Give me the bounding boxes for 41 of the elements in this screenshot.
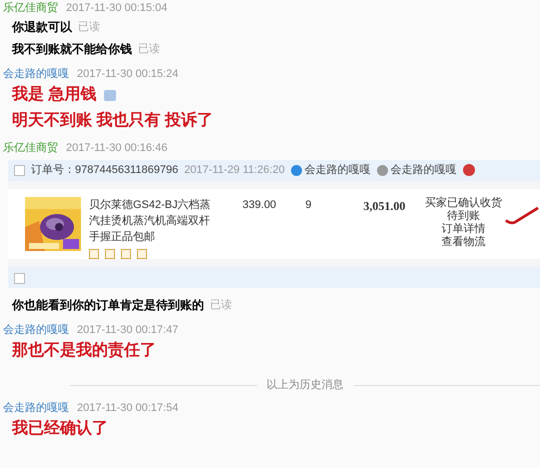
message-time: 2017-11-30 00:16:46 bbox=[66, 140, 168, 156]
read-status: 已读 bbox=[210, 298, 232, 313]
checkbox[interactable] bbox=[14, 164, 25, 176]
quantity: 9 bbox=[305, 198, 313, 213]
service-icon bbox=[89, 248, 99, 259]
message-time: 2017-11-30 00:17:47 bbox=[77, 322, 178, 338]
avatar-icon bbox=[376, 164, 388, 176]
message-text: 我不到账就不能给你钱 bbox=[12, 41, 132, 58]
message-text: 那也不是我的责任了 bbox=[12, 340, 156, 361]
message-text: 我已经确认了 bbox=[12, 418, 108, 439]
order-date: 2017-11-29 11:26:20 bbox=[184, 163, 285, 178]
order-total: 3,051.00 bbox=[363, 198, 406, 215]
service-icon bbox=[137, 248, 147, 259]
buyer-name[interactable]: 会走路的嘎嘎 bbox=[390, 162, 457, 179]
sender-name[interactable]: 会走路的嘎嘎 bbox=[3, 66, 69, 82]
message-time: 2017-11-30 00:17:54 bbox=[77, 400, 178, 416]
check-mark-drawing bbox=[504, 204, 540, 227]
order-link[interactable]: 待到账 bbox=[447, 210, 480, 223]
message-text: 明天不到账 我也只有 投诉了 bbox=[12, 110, 213, 131]
badge-icon bbox=[462, 164, 475, 176]
order-status: 买家已确认收货 bbox=[425, 196, 502, 210]
avatar-icon bbox=[290, 164, 302, 176]
message-text: 我是 急用钱 bbox=[12, 84, 96, 105]
service-icon bbox=[105, 248, 115, 259]
order-link[interactable]: 查看物流 bbox=[442, 236, 486, 249]
sender-name[interactable]: 会走路的嘎嘎 bbox=[3, 322, 69, 338]
message-time: 2017-11-30 00:15:04 bbox=[66, 0, 168, 16]
buyer-name[interactable]: 会走路的嘎嘎 bbox=[304, 162, 371, 179]
message-text: 你退款可以 bbox=[12, 19, 72, 36]
order-link[interactable]: 订单详情 bbox=[442, 222, 486, 236]
message-time: 2017-11-30 00:15:24 bbox=[77, 66, 178, 82]
read-status: 已读 bbox=[138, 42, 160, 57]
product-title[interactable]: 贝尔莱德GS42-BJ六档蒸汽挂烫机蒸汽机高端双杆手握正品包邮 bbox=[89, 196, 215, 245]
history-divider-label: 以上为历史消息 bbox=[266, 378, 344, 393]
unit-price: 339.00 bbox=[242, 198, 278, 213]
checkbox[interactable] bbox=[14, 272, 25, 284]
sender-name[interactable]: 会走路的嘎嘎 bbox=[3, 400, 69, 416]
order-number: 订单号：97874456311869796 bbox=[31, 163, 178, 178]
service-icon bbox=[121, 248, 131, 259]
read-status: 已读 bbox=[78, 20, 100, 35]
message-text: 你也能看到你的订单肯定是待到账的 bbox=[12, 297, 204, 314]
